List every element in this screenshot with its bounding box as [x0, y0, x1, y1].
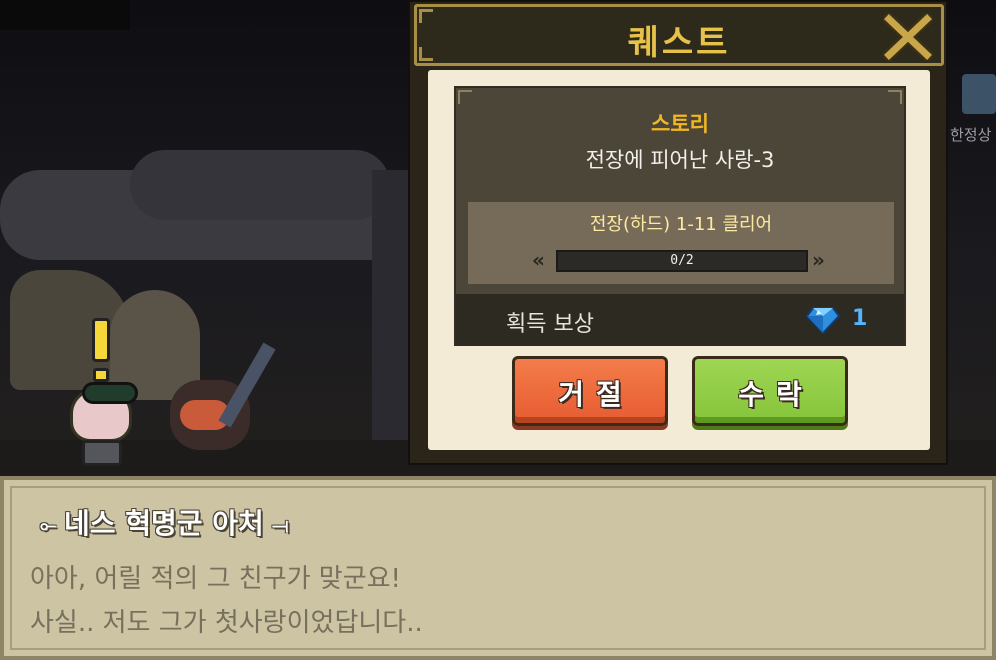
limited-shop-button[interactable]: 한정상	[948, 68, 996, 158]
dialog-line-1: 아아, 어릴 적의 그 친구가 맞군요!	[30, 564, 401, 594]
dialog-box[interactable]: ⟜ 네스 혁명군 아처 ⟞ 아아, 어릴 적의 그 친구가 맞군요! 사실.. 저도…	[0, 476, 996, 660]
quest-exclamation-dot	[93, 368, 109, 382]
reject-button[interactable]: 거절	[512, 356, 668, 426]
quest-info-card: 스토리 전장에 피어난 사랑-3 전장(하드) 1-11 클리어 « 0/2 »…	[454, 86, 906, 346]
reward-label: 획득 보상	[506, 312, 594, 337]
quest-objective: 전장(하드) 1-11 클리어	[589, 214, 773, 235]
speaker-left-ornament-icon: ⟜	[40, 513, 56, 537]
quest-body: 스토리 전장에 피어난 사랑-3 전장(하드) 1-11 클리어 « 0/2 »…	[428, 70, 930, 450]
quest-name: 전장에 피어난 사랑-3	[585, 148, 775, 172]
accept-button[interactable]: 수락	[692, 356, 848, 426]
quest-panel: 퀘스트 스토리 전장에 피어난 사랑-3 전장(하드) 1-11 클리어 « 0…	[408, 0, 948, 465]
progress-left-arrow-icon: «	[532, 248, 545, 272]
top-left-bar	[0, 0, 130, 30]
diamond-gem-icon	[806, 307, 840, 334]
close-button[interactable]	[880, 10, 936, 64]
npc-archer-character[interactable]	[62, 318, 152, 468]
shop-icon	[962, 74, 996, 114]
reward-row: 획득 보상 1	[456, 294, 904, 346]
speaker-name-row: ⟜ 네스 혁명군 아처 ⟞	[32, 502, 296, 542]
progress-bar: 0/2	[556, 250, 808, 272]
background-clouds-2	[130, 150, 390, 220]
quest-objective-box: 전장(하드) 1-11 클리어 « 0/2 »	[468, 202, 894, 284]
quest-title: 퀘스트	[627, 23, 731, 63]
background-tower	[372, 170, 412, 470]
quest-header: 퀘스트	[414, 4, 944, 66]
progress-text: 0/2	[670, 253, 694, 268]
quest-category: 스토리	[651, 112, 709, 136]
dialog-line-2: 사실.. 저도 그가 첫사랑이었답니다..	[30, 608, 423, 638]
npc-hat	[82, 382, 138, 404]
progress-indicator: « 0/2 »	[532, 248, 832, 272]
close-x-icon	[880, 10, 936, 64]
accept-button-label: 수락	[738, 378, 814, 411]
speaker-right-ornament-icon: ⟞	[271, 513, 289, 537]
npc-body	[82, 440, 122, 466]
reject-button-label: 거절	[558, 378, 634, 411]
background-character	[150, 300, 310, 450]
progress-right-arrow-icon: »	[812, 248, 825, 272]
quest-exclamation-icon	[92, 318, 110, 362]
limited-shop-label: 한정상	[950, 126, 992, 144]
reward-count: 1	[852, 306, 868, 331]
speaker-name: 네스 혁명군 아처	[64, 507, 264, 540]
